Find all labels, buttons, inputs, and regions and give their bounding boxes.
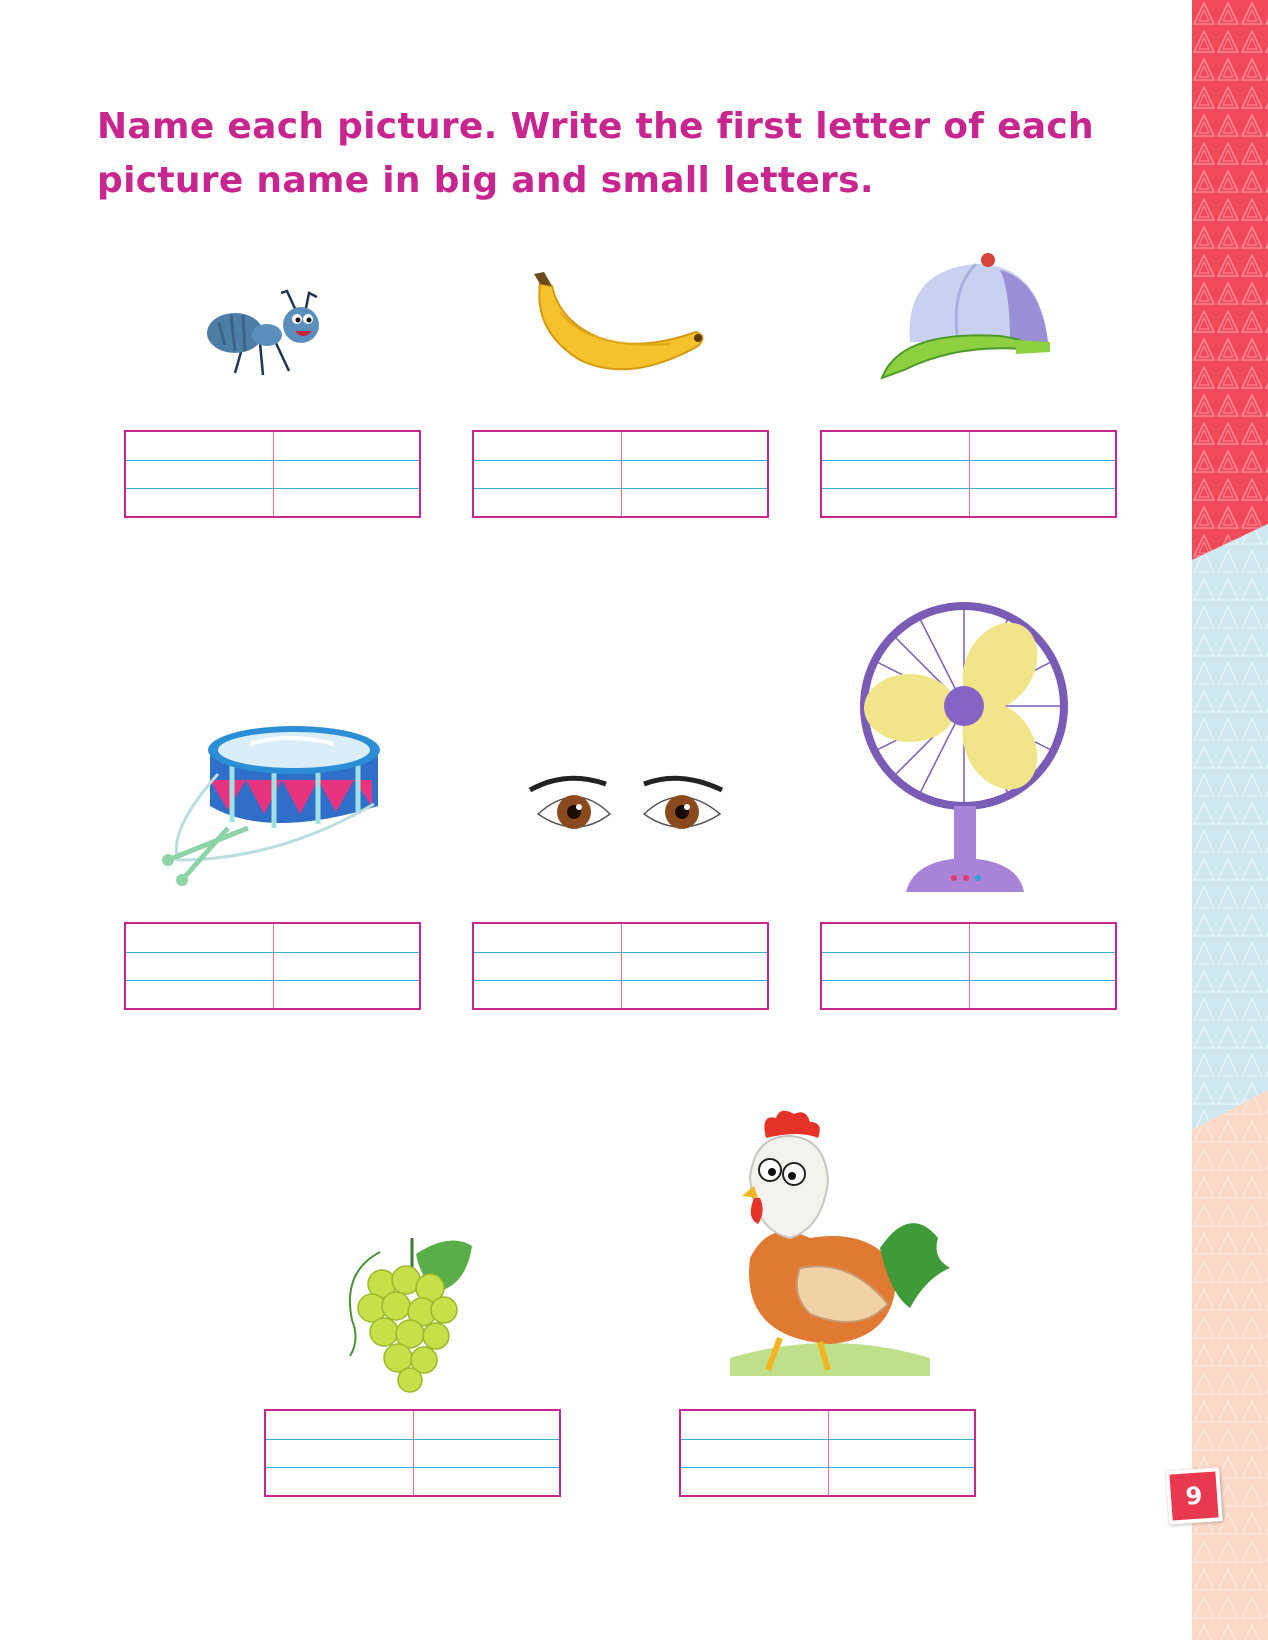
answer-box-hen[interactable] xyxy=(679,1409,976,1497)
answer-box-banana[interactable] xyxy=(472,430,769,518)
answer-box-drum[interactable] xyxy=(124,922,421,1010)
page-number: 9 xyxy=(1165,1467,1223,1525)
eyes-icon xyxy=(528,770,730,840)
answer-box-cap[interactable] xyxy=(820,430,1117,518)
fan-icon xyxy=(858,600,1073,900)
drum-icon xyxy=(158,710,388,890)
side-band-red xyxy=(1192,0,1268,560)
answer-box-grapes[interactable] xyxy=(264,1409,561,1497)
banana-icon xyxy=(520,272,720,382)
side-band-blue xyxy=(1192,520,1268,1130)
answer-box-fan[interactable] xyxy=(820,922,1117,1010)
cap-icon xyxy=(880,250,1060,385)
instruction-heading: Name each picture. Write the first lette… xyxy=(97,106,1094,201)
side-band-peach xyxy=(1192,1090,1268,1640)
hen-icon xyxy=(710,1108,960,1378)
ant-icon xyxy=(205,283,335,383)
grapes-icon xyxy=(340,1232,475,1393)
answer-box-eyes[interactable] xyxy=(472,922,769,1010)
answer-box-ant[interactable] xyxy=(124,430,421,518)
